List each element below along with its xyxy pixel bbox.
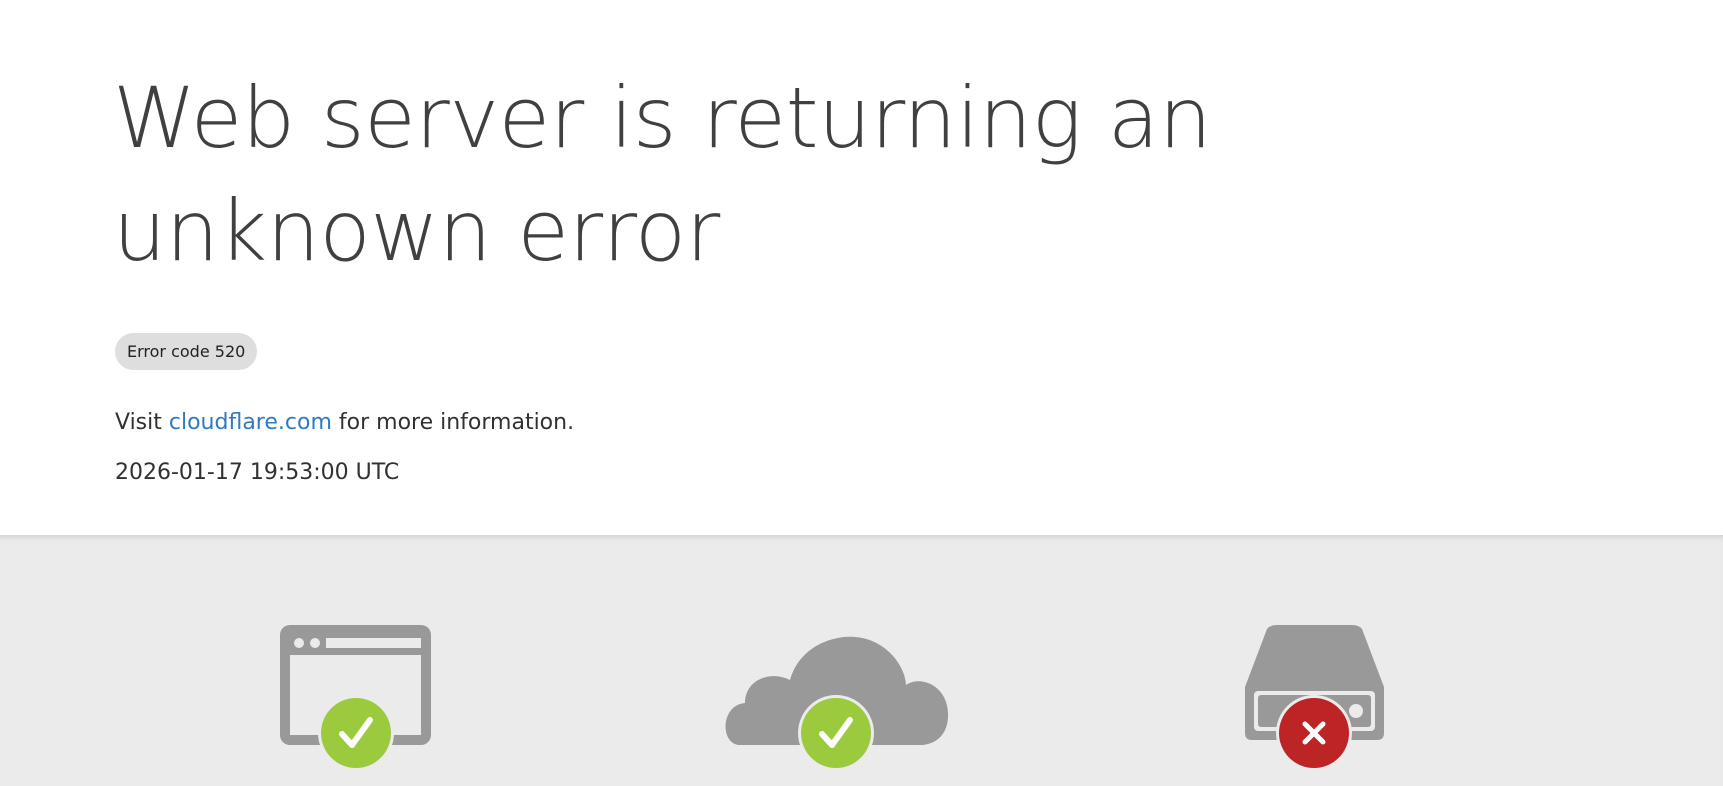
- timestamp: 2026-01-17 19:53:00 UTC: [115, 460, 400, 485]
- browser-icon: [280, 625, 431, 771]
- ok-check-icon: [318, 695, 394, 771]
- error-x-icon: [1276, 695, 1352, 771]
- page-title: Web server is returning an unknown error: [113, 69, 1212, 280]
- host-status-node: [1242, 625, 1387, 775]
- error-header: Web server is returning an unknown error…: [0, 0, 1723, 535]
- status-diagram: [0, 535, 1723, 786]
- cloudflare-status-node: [720, 625, 950, 775]
- error-code-badge: Error code 520: [115, 333, 258, 370]
- cloudflare-link[interactable]: cloudflare.com: [169, 410, 332, 435]
- info-prefix: Visit: [115, 410, 162, 435]
- more-info-text: Visit cloudflare.com for more informatio…: [115, 408, 574, 438]
- cloud-icon: [725, 636, 949, 771]
- server-icon: [1245, 625, 1384, 771]
- info-suffix: for more information.: [338, 410, 575, 435]
- browser-status-node: [280, 625, 432, 775]
- ok-check-icon: [798, 695, 874, 771]
